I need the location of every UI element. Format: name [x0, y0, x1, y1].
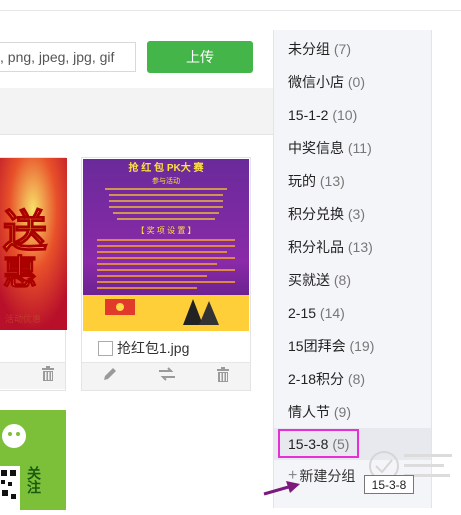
poster-section: 【 奖 项 设 置 】: [136, 225, 195, 235]
poster-subtitle: 参与活动: [152, 176, 180, 185]
group-item[interactable]: 玩的 (13): [274, 165, 431, 197]
group-item[interactable]: 2-15 (14): [274, 297, 431, 329]
image-card[interactable]: 关注: [0, 410, 66, 510]
group-item[interactable]: 情人节 (9): [274, 396, 431, 428]
delete-icon[interactable]: [216, 366, 230, 387]
group-item[interactable]: 15团拜会 (19): [274, 330, 431, 362]
poster-title: 抢 红 包 PK大 赛: [128, 161, 204, 174]
group-item[interactable]: 2-18积分 (8): [274, 363, 431, 395]
card-actions: [82, 362, 250, 390]
annotation-highlight-box: [278, 429, 359, 458]
group-item[interactable]: 中奖信息 (11): [274, 132, 431, 164]
select-checkbox[interactable]: [98, 340, 113, 356]
move-icon[interactable]: [158, 366, 176, 387]
image-filename: 抢红包1.jpg: [117, 340, 190, 356]
toolbar-strip: [0, 88, 273, 135]
group-item[interactable]: 积分礼品 (13): [274, 231, 431, 263]
image-thumbnail[interactable]: 抢 红 包 PK大 赛 参与活动 【 奖 项 设 置 】: [83, 159, 249, 331]
tooltip: 15-3-8: [364, 475, 414, 494]
poster-text: 惠: [3, 254, 37, 292]
image-thumbnail[interactable]: 关注: [0, 410, 66, 510]
image-name: 抢红包1.jpg: [98, 338, 189, 358]
delete-icon[interactable]: [41, 366, 55, 386]
new-group-label: 新建分组: [299, 468, 356, 484]
file-type-field[interactable]: , png, jpeg, jpg, gif: [0, 42, 136, 72]
image-card[interactable]: 抢 红 包 PK大 赛 参与活动 【 奖 项 设 置 】 抢红包1.jpg: [81, 157, 251, 391]
group-item[interactable]: 积分兑换 (3): [274, 198, 431, 230]
poster-text: 关注: [26, 465, 42, 494]
group-item[interactable]: 未分组 (7): [274, 33, 431, 65]
group-item[interactable]: 15-1-2 (10): [274, 99, 431, 131]
group-item[interactable]: 微信小店 (0): [274, 66, 431, 98]
watermark-icon: [369, 451, 452, 481]
image-thumbnail[interactable]: 送 惠 活动优惠: [0, 158, 67, 330]
poster-text: 送: [3, 207, 47, 256]
annotation-arrow-icon: [263, 481, 300, 496]
card-actions: [0, 362, 65, 389]
edit-icon[interactable]: [102, 366, 118, 387]
poster-text: 活动优惠: [5, 313, 41, 324]
top-divider: [0, 0, 461, 11]
group-item[interactable]: 买就送 (8): [274, 264, 431, 296]
image-card[interactable]: 送 惠 活动优惠: [0, 157, 67, 391]
upload-bar: , png, jpeg, jpg, gif 上传: [0, 40, 265, 76]
upload-button[interactable]: 上传: [147, 41, 253, 73]
